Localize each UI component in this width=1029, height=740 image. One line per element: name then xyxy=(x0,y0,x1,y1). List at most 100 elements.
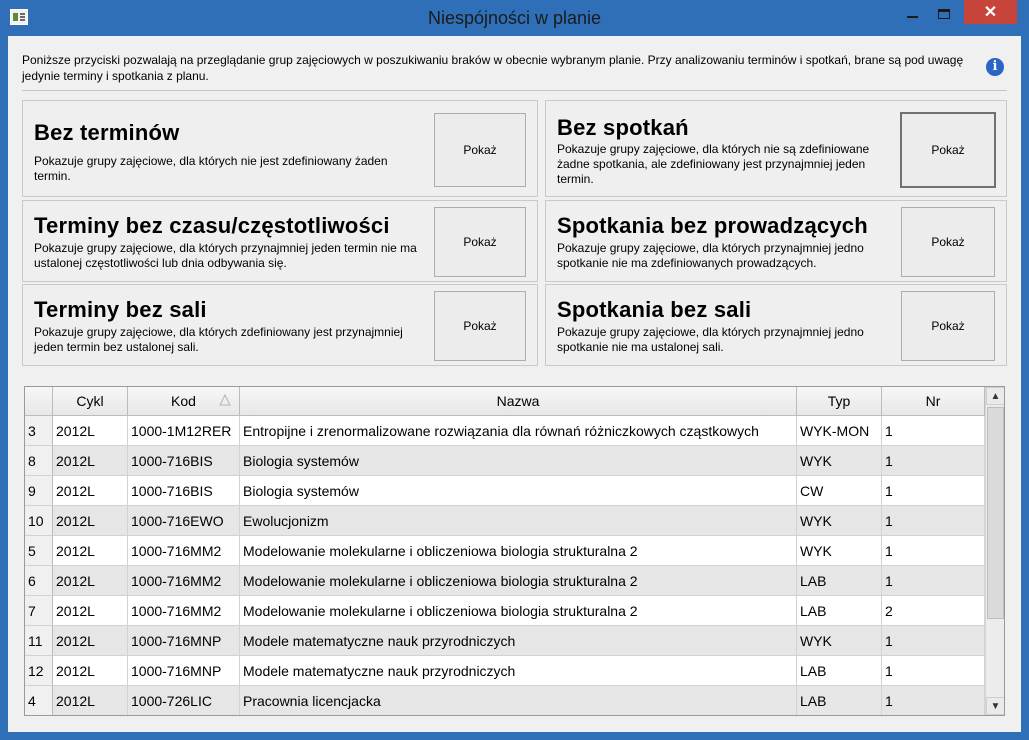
row-id[interactable]: 7 xyxy=(25,596,53,626)
cell-nr[interactable]: 1 xyxy=(882,536,985,566)
cell-nr[interactable]: 1 xyxy=(882,416,985,446)
table-row[interactable]: 6 2012L 1000-716MM2 Modelowanie molekula… xyxy=(25,566,985,596)
cell-nazwa[interactable]: Ewolucjonizm xyxy=(240,506,797,536)
cell-kod[interactable]: 1000-716MM2 xyxy=(128,536,240,566)
cell-nazwa[interactable]: Modelowanie molekularne i obliczeniowa b… xyxy=(240,536,797,566)
row-id[interactable]: 11 xyxy=(25,626,53,656)
cell-typ[interactable]: WYK xyxy=(797,506,882,536)
table-row[interactable]: 3 2012L 1000-1M12RER Entropijne i zrenor… xyxy=(25,416,985,446)
cell-kod[interactable]: 1000-716EWO xyxy=(128,506,240,536)
cell-cykl[interactable]: 2012L xyxy=(53,476,128,506)
column-header-nr[interactable]: Nr xyxy=(882,387,985,416)
cell-kod[interactable]: 1000-716MNP xyxy=(128,626,240,656)
cell-kod[interactable]: 1000-1M12RER xyxy=(128,416,240,446)
row-id[interactable]: 8 xyxy=(25,446,53,476)
show-bez-terminow-button[interactable]: Pokaż xyxy=(434,113,526,187)
cell-typ[interactable]: WYK xyxy=(797,446,882,476)
table-row[interactable]: 12 2012L 1000-716MNP Modele matematyczne… xyxy=(25,656,985,686)
cell-cykl[interactable]: 2012L xyxy=(53,626,128,656)
cell-cykl[interactable]: 2012L xyxy=(53,566,128,596)
table-row[interactable]: 9 2012L 1000-716BIS Biologia systemów CW… xyxy=(25,476,985,506)
cell-typ[interactable]: WYK xyxy=(797,626,882,656)
cell-nazwa[interactable]: Modele matematyczne nauk przyrodniczych xyxy=(240,656,797,686)
cell-nr[interactable]: 2 xyxy=(882,596,985,626)
scroll-up-button[interactable]: ▲ xyxy=(986,387,1004,405)
row-id[interactable]: 12 xyxy=(25,656,53,686)
cell-kod[interactable]: 1000-716MNP xyxy=(128,656,240,686)
group-title: Terminy bez sali xyxy=(34,297,207,322)
cell-cykl[interactable]: 2012L xyxy=(53,506,128,536)
dialog-content: Poniższe przyciski pozwalają na przegląd… xyxy=(8,36,1021,732)
close-icon: ✕ xyxy=(983,4,998,21)
cell-kod[interactable]: 1000-716BIS xyxy=(128,446,240,476)
cell-typ[interactable]: LAB xyxy=(797,686,882,715)
table-row[interactable]: 5 2012L 1000-716MM2 Modelowanie molekula… xyxy=(25,536,985,566)
cell-typ[interactable]: WYK xyxy=(797,536,882,566)
column-header-cykl[interactable]: Cykl xyxy=(53,387,128,416)
cell-kod[interactable]: 1000-726LIC xyxy=(128,686,240,715)
cell-nazwa[interactable]: Modele matematyczne nauk przyrodniczych xyxy=(240,626,797,656)
scroll-down-button[interactable]: ▼ xyxy=(986,697,1004,715)
close-button[interactable]: ✕ xyxy=(964,0,1017,24)
cell-nazwa[interactable]: Modelowanie molekularne i obliczeniowa b… xyxy=(240,596,797,626)
group-title: Bez spotkań xyxy=(557,115,689,140)
cell-nr[interactable]: 1 xyxy=(882,626,985,656)
cell-typ[interactable]: LAB xyxy=(797,596,882,626)
table-row[interactable]: 7 2012L 1000-716MM2 Modelowanie molekula… xyxy=(25,596,985,626)
info-icon[interactable]: i xyxy=(986,58,1004,76)
cell-kod[interactable]: 1000-716MM2 xyxy=(128,566,240,596)
show-spotkania-bez-prowadzacych-button[interactable]: Pokaż xyxy=(901,207,995,277)
show-bez-spotkan-button[interactable]: Pokaż xyxy=(900,112,996,188)
column-header-nazwa[interactable]: Nazwa xyxy=(240,387,797,416)
cell-nr[interactable]: 1 xyxy=(882,686,985,715)
cell-nazwa[interactable]: Biologia systemów xyxy=(240,476,797,506)
table-row[interactable]: 11 2012L 1000-716MNP Modele matematyczne… xyxy=(25,626,985,656)
table-row[interactable]: 8 2012L 1000-716BIS Biologia systemów WY… xyxy=(25,446,985,476)
row-id[interactable]: 4 xyxy=(25,686,53,715)
cell-cykl[interactable]: 2012L xyxy=(53,416,128,446)
scrollbar-thumb[interactable] xyxy=(987,407,1004,619)
cell-nr[interactable]: 1 xyxy=(882,656,985,686)
row-id[interactable]: 5 xyxy=(25,536,53,566)
row-header-corner[interactable] xyxy=(25,387,53,416)
show-spotkania-bez-sali-button[interactable]: Pokaż xyxy=(901,291,995,361)
cell-nazwa[interactable]: Entropijne i zrenormalizowane rozwiązani… xyxy=(240,416,797,446)
cell-kod[interactable]: 1000-716MM2 xyxy=(128,596,240,626)
title-bar[interactable]: Niespójności w planie ✕ xyxy=(0,0,1029,36)
row-id[interactable]: 3 xyxy=(25,416,53,446)
table-header: Cykl Kod Nazwa Typ Nr xyxy=(25,387,985,416)
table-row[interactable]: 4 2012L 1000-726LIC Pracownia licencjack… xyxy=(25,686,985,715)
show-terminy-bez-sali-button[interactable]: Pokaż xyxy=(434,291,526,361)
show-terminy-bez-czasu-button[interactable]: Pokaż xyxy=(434,207,526,277)
cell-kod[interactable]: 1000-716BIS xyxy=(128,476,240,506)
vertical-scrollbar[interactable]: ▲ ▼ xyxy=(985,387,1004,715)
cell-typ[interactable]: WYK-MON xyxy=(797,416,882,446)
column-header-typ[interactable]: Typ xyxy=(797,387,882,416)
cell-nazwa[interactable]: Modelowanie molekularne i obliczeniowa b… xyxy=(240,566,797,596)
maximize-button[interactable] xyxy=(928,0,960,28)
cell-nr[interactable]: 1 xyxy=(882,566,985,596)
cell-nazwa[interactable]: Biologia systemów xyxy=(240,446,797,476)
row-id[interactable]: 6 xyxy=(25,566,53,596)
minimize-button[interactable] xyxy=(896,0,928,28)
cell-nazwa[interactable]: Pracownia licencjacka xyxy=(240,686,797,715)
cell-typ[interactable]: CW xyxy=(797,476,882,506)
cell-cykl[interactable]: 2012L xyxy=(53,536,128,566)
info-description: Poniższe przyciski pozwalają na przegląd… xyxy=(22,53,964,83)
cell-cykl[interactable]: 2012L xyxy=(53,686,128,715)
cell-typ[interactable]: LAB xyxy=(797,656,882,686)
row-id[interactable]: 9 xyxy=(25,476,53,506)
column-header-kod[interactable]: Kod xyxy=(128,387,240,416)
table-row[interactable]: 10 2012L 1000-716EWO Ewolucjonizm WYK 1 xyxy=(25,506,985,536)
group-description: Pokazuje grupy zajęciowe, dla których ni… xyxy=(557,142,870,186)
cell-cykl[interactable]: 2012L xyxy=(53,446,128,476)
cell-nr[interactable]: 1 xyxy=(882,476,985,506)
results-table[interactable]: Cykl Kod Nazwa Typ Nr 3 2012L 1000-1M12R… xyxy=(24,386,1005,716)
cell-cykl[interactable]: 2012L xyxy=(53,596,128,626)
cell-nr[interactable]: 1 xyxy=(882,446,985,476)
cell-cykl[interactable]: 2012L xyxy=(53,656,128,686)
cell-typ[interactable]: LAB xyxy=(797,566,882,596)
group-spotkania-bez-sali: Spotkania bez sali Pokazuje grupy zajęci… xyxy=(545,284,1007,366)
cell-nr[interactable]: 1 xyxy=(882,506,985,536)
row-id[interactable]: 10 xyxy=(25,506,53,536)
